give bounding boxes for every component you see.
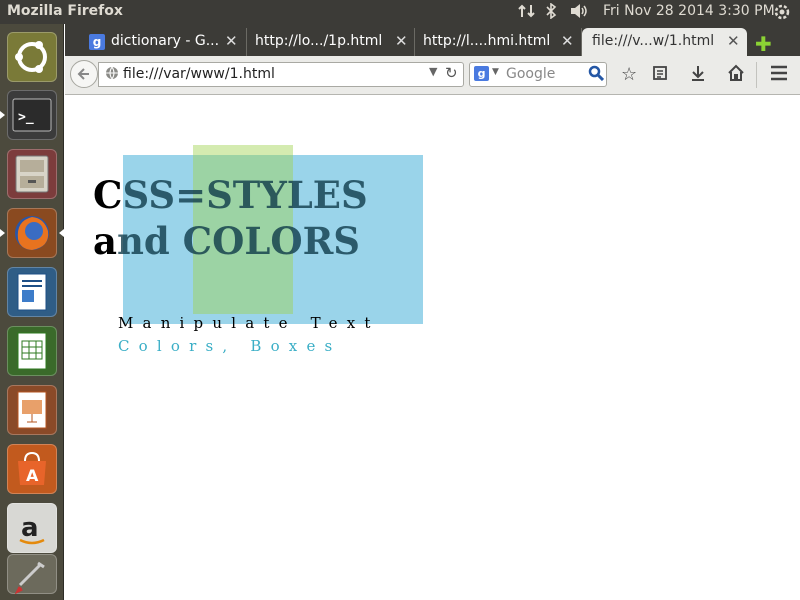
tab-label: file:///v...w/1.html <box>592 33 715 49</box>
heading-line1-rest: SS=STYLES <box>122 173 368 217</box>
reload-icon[interactable]: ↻ <box>445 64 458 82</box>
tab-1-html[interactable]: file:///v...w/1.html ✕ <box>582 28 747 56</box>
close-icon[interactable]: ✕ <box>727 32 740 50</box>
page-content: CSS=STYLES and COLORS Manipulate Text Col… <box>65 95 800 600</box>
bookmark-star-icon[interactable]: ☆ <box>621 64 637 85</box>
launcher-impress[interactable] <box>7 385 57 435</box>
calc-icon <box>17 332 47 370</box>
clock[interactable]: Fri Nov 28 2014 3:30 PM <box>603 3 775 19</box>
launcher-firefox[interactable] <box>7 208 57 258</box>
svg-text:a: a <box>21 513 39 543</box>
downloads-icon[interactable] <box>690 64 706 87</box>
google-favicon-icon: g <box>89 34 105 50</box>
writer-icon <box>17 273 47 311</box>
ubuntu-logo-icon <box>15 41 47 73</box>
firefox-icon <box>15 216 49 250</box>
home-icon[interactable] <box>727 64 745 87</box>
launcher-settings[interactable] <box>7 554 57 595</box>
svg-text:>_: >_ <box>18 110 34 125</box>
settings-icon <box>14 561 45 595</box>
launcher-dash-home[interactable] <box>7 32 57 82</box>
url-text[interactable]: file:///var/www/1.html <box>123 66 275 82</box>
subtitle-colors-boxes: Colors, Boxes <box>118 337 342 355</box>
search-bar[interactable]: g ▼ Google <box>469 62 607 87</box>
engine-dropdown-icon[interactable]: ▼ <box>492 67 499 77</box>
toolbar-separator <box>756 62 757 88</box>
subtitle-manipulate-text: Manipulate Text <box>118 314 380 332</box>
network-icon[interactable] <box>518 3 536 23</box>
back-button[interactable] <box>70 60 98 88</box>
tab-label: http://l....hmi.html <box>423 33 551 49</box>
page-heading: CSS=STYLES and COLORS <box>93 172 368 264</box>
launcher-software-center[interactable]: A <box>7 444 57 494</box>
software-center-icon: A <box>18 451 46 485</box>
search-placeholder[interactable]: Google <box>506 66 555 82</box>
heading-line2-rest: nd COLORS <box>116 219 361 263</box>
volume-icon[interactable] <box>569 3 589 23</box>
url-bar[interactable]: file:///var/www/1.html ▼ ↻ <box>98 62 464 87</box>
url-history-dropdown-icon[interactable]: ▼ <box>429 65 437 78</box>
back-arrow-icon <box>77 68 89 80</box>
window-title: Mozilla Firefox <box>7 3 123 19</box>
tab-1p-html[interactable]: http://lo.../1p.html ✕ <box>247 28 415 56</box>
running-indicator <box>0 229 5 237</box>
tab-dictionary[interactable]: g dictionary - G... ✕ <box>65 28 247 56</box>
file-cabinet-icon <box>15 155 49 193</box>
close-icon[interactable]: ✕ <box>225 32 238 50</box>
reading-list-icon[interactable] <box>652 65 668 86</box>
tab-label: http://lo.../1p.html <box>255 33 383 49</box>
heading-line2-lead: a <box>93 219 117 263</box>
active-indicator <box>59 229 64 237</box>
tab-hmi-html[interactable]: http://l....hmi.html ✕ <box>415 28 582 56</box>
terminal-icon: >_ <box>12 98 52 132</box>
impress-icon <box>17 391 47 429</box>
close-icon[interactable]: ✕ <box>395 32 408 50</box>
navigation-toolbar: file:///var/www/1.html ▼ ↻ g ▼ Google ☆ <box>65 56 800 95</box>
tab-strip: g dictionary - G... ✕ http://lo.../1p.ht… <box>65 24 800 56</box>
close-icon[interactable]: ✕ <box>561 32 574 50</box>
bluetooth-icon[interactable] <box>545 2 557 23</box>
launcher: >_ A a <box>0 24 64 600</box>
amazon-icon: a <box>19 513 45 545</box>
menu-hamburger-icon[interactable] <box>770 65 788 86</box>
globe-icon <box>105 66 119 84</box>
top-panel: Mozilla Firefox Fri Nov 28 2014 3:30 PM <box>0 0 800 24</box>
launcher-calc[interactable] <box>7 326 57 376</box>
launcher-amazon[interactable]: a <box>7 503 57 553</box>
launcher-writer[interactable] <box>7 267 57 317</box>
running-indicator <box>0 111 5 119</box>
power-gear-icon[interactable] <box>773 3 791 25</box>
heading-line1-lead: C <box>93 173 123 217</box>
svg-text:A: A <box>26 466 39 485</box>
launcher-terminal[interactable]: >_ <box>7 90 57 140</box>
new-tab-plus-icon[interactable]: ✚ <box>755 32 772 56</box>
tab-label: dictionary - G... <box>111 33 220 49</box>
launcher-files[interactable] <box>7 149 57 199</box>
google-search-engine-icon[interactable]: g <box>474 66 489 81</box>
search-icon[interactable] <box>588 65 605 85</box>
